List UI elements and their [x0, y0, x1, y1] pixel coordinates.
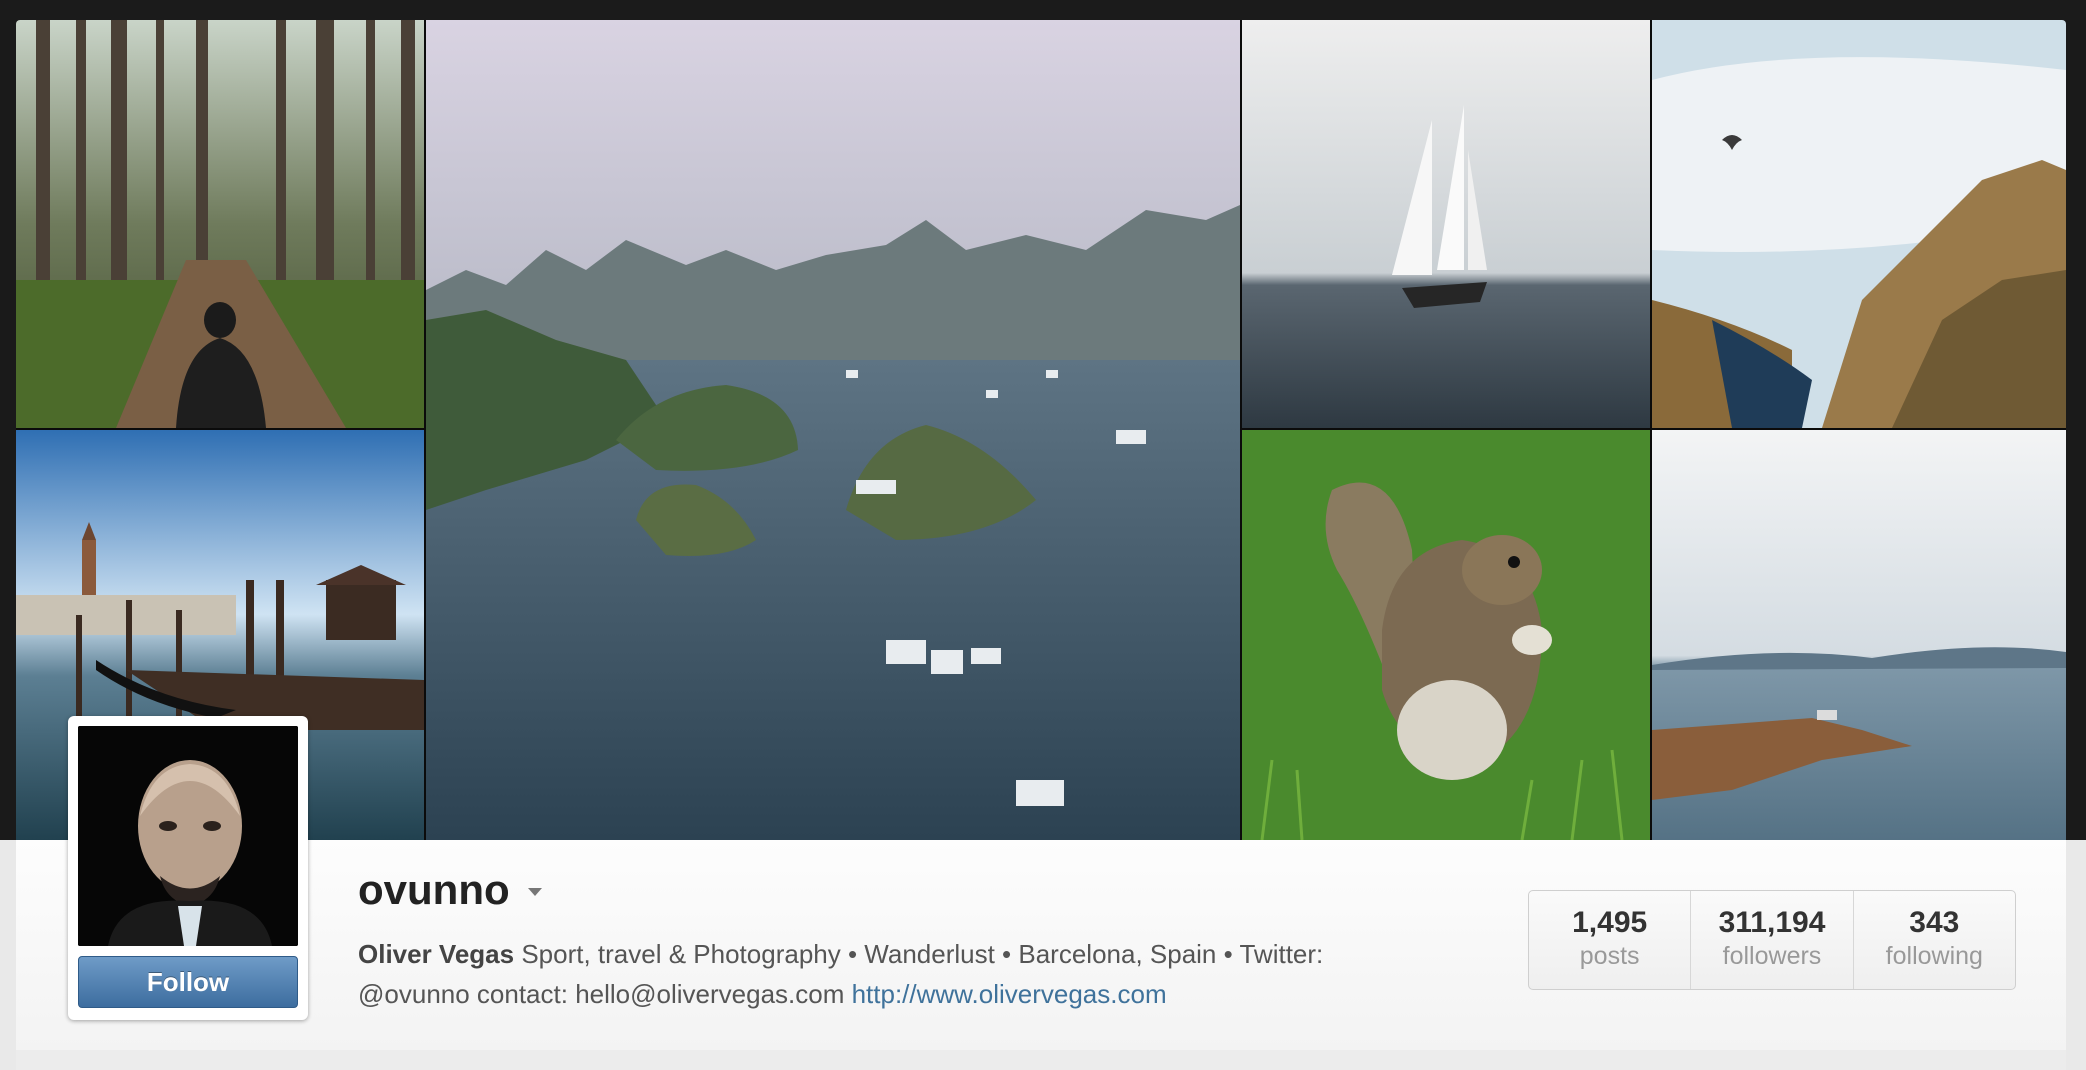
- stats-box: 1,495 posts 311,194 followers 343 follow…: [1528, 890, 2016, 990]
- stat-posts[interactable]: 1,495 posts: [1529, 891, 1692, 989]
- stat-following-value: 343: [1909, 906, 1960, 939]
- website-link[interactable]: http://www.olivervegas.com: [852, 979, 1167, 1009]
- photo-lake-shore[interactable]: [1652, 430, 2066, 840]
- bottom-strip: [16, 1050, 2066, 1070]
- full-name: Oliver Vegas: [358, 939, 515, 969]
- left-gutter: [0, 840, 16, 1070]
- bio: Oliver Vegas Sport, travel & Photography…: [358, 934, 1428, 1014]
- follow-button[interactable]: Follow: [78, 956, 298, 1008]
- chevron-down-icon[interactable]: [527, 888, 542, 896]
- stat-followers-label: followers: [1722, 942, 1822, 970]
- stat-followers[interactable]: 311,194 followers: [1691, 891, 1854, 989]
- username-header[interactable]: ovunno: [358, 866, 542, 914]
- stat-following-label: following: [1885, 942, 1983, 970]
- photo-squirrel[interactable]: [1242, 430, 1650, 840]
- bio-text-line1: Sport, travel & Photography • Wanderlust…: [514, 939, 1324, 969]
- photo-bay-islands[interactable]: [426, 20, 1240, 840]
- stat-posts-value: 1,495: [1572, 906, 1648, 939]
- photo-sailboat-fog[interactable]: [1242, 20, 1650, 428]
- stat-posts-label: posts: [1579, 942, 1640, 970]
- photo-forest-path[interactable]: [16, 20, 424, 428]
- bio-text-line2: @ovunno contact: hello@olivervegas.com: [358, 979, 852, 1009]
- stat-following[interactable]: 343 following: [1854, 891, 2015, 989]
- photo-coastal-cliffs[interactable]: [1652, 20, 2066, 428]
- stat-followers-value: 311,194: [1718, 906, 1826, 939]
- username: ovunno: [358, 866, 510, 913]
- avatar[interactable]: [78, 726, 298, 946]
- photo-mosaic: [16, 20, 2066, 840]
- avatar-card: Follow: [68, 716, 308, 1020]
- right-gutter: [2066, 840, 2086, 1070]
- top-bar: [0, 0, 2086, 20]
